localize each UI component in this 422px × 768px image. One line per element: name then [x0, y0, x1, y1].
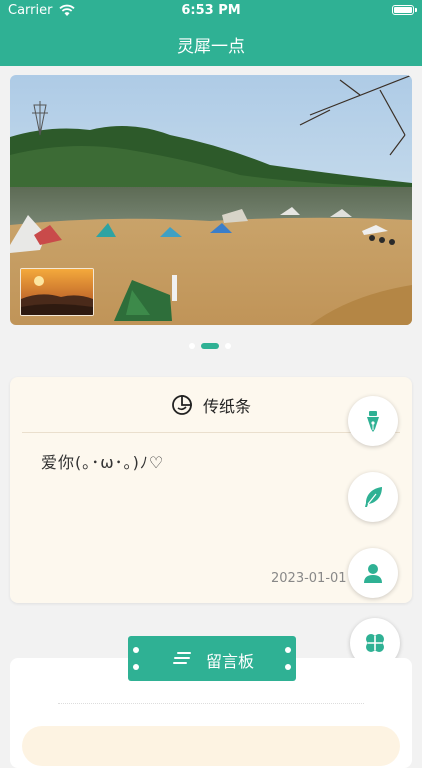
pin-dot	[133, 647, 139, 653]
pin-dot	[133, 664, 139, 670]
pager-dot-active[interactable]	[201, 343, 219, 349]
banner-image[interactable]	[10, 75, 412, 325]
moon-clock-icon	[172, 395, 192, 415]
feather-icon	[365, 487, 382, 507]
status-bar: Carrier 6:53 PM	[8, 3, 417, 21]
sunset-image	[21, 269, 93, 315]
message-placeholder	[22, 726, 400, 766]
message-board-button[interactable]: 留言板	[128, 636, 296, 681]
lines-icon	[173, 652, 191, 664]
person-icon	[364, 564, 382, 583]
pen-nib-icon	[367, 411, 379, 432]
note-date: 2023-01-01	[271, 571, 347, 586]
profile-button[interactable]	[348, 548, 398, 598]
battery-icon	[392, 5, 417, 15]
note-card-title: 传纸条	[203, 397, 252, 416]
divider	[22, 432, 400, 433]
message-board-label: 留言板	[206, 652, 255, 671]
clover-icon	[366, 634, 384, 652]
page-title: 灵犀一点	[177, 37, 245, 57]
pin-dot	[285, 647, 291, 653]
app-header: Carrier 6:53 PM 灵犀一点	[0, 0, 422, 66]
clock: 6:53 PM	[181, 3, 241, 18]
quill-button[interactable]	[348, 472, 398, 522]
dotted-divider	[58, 703, 364, 704]
pen-button[interactable]	[348, 396, 398, 446]
sunset-thumbnail[interactable]	[20, 268, 94, 316]
carousel-pager[interactable]	[0, 342, 422, 350]
pager-dot[interactable]	[225, 343, 231, 349]
pin-dot	[285, 664, 291, 670]
note-message: 爱你(｡･ω･｡)ﾉ♡	[41, 453, 165, 472]
pager-dot[interactable]	[189, 343, 195, 349]
